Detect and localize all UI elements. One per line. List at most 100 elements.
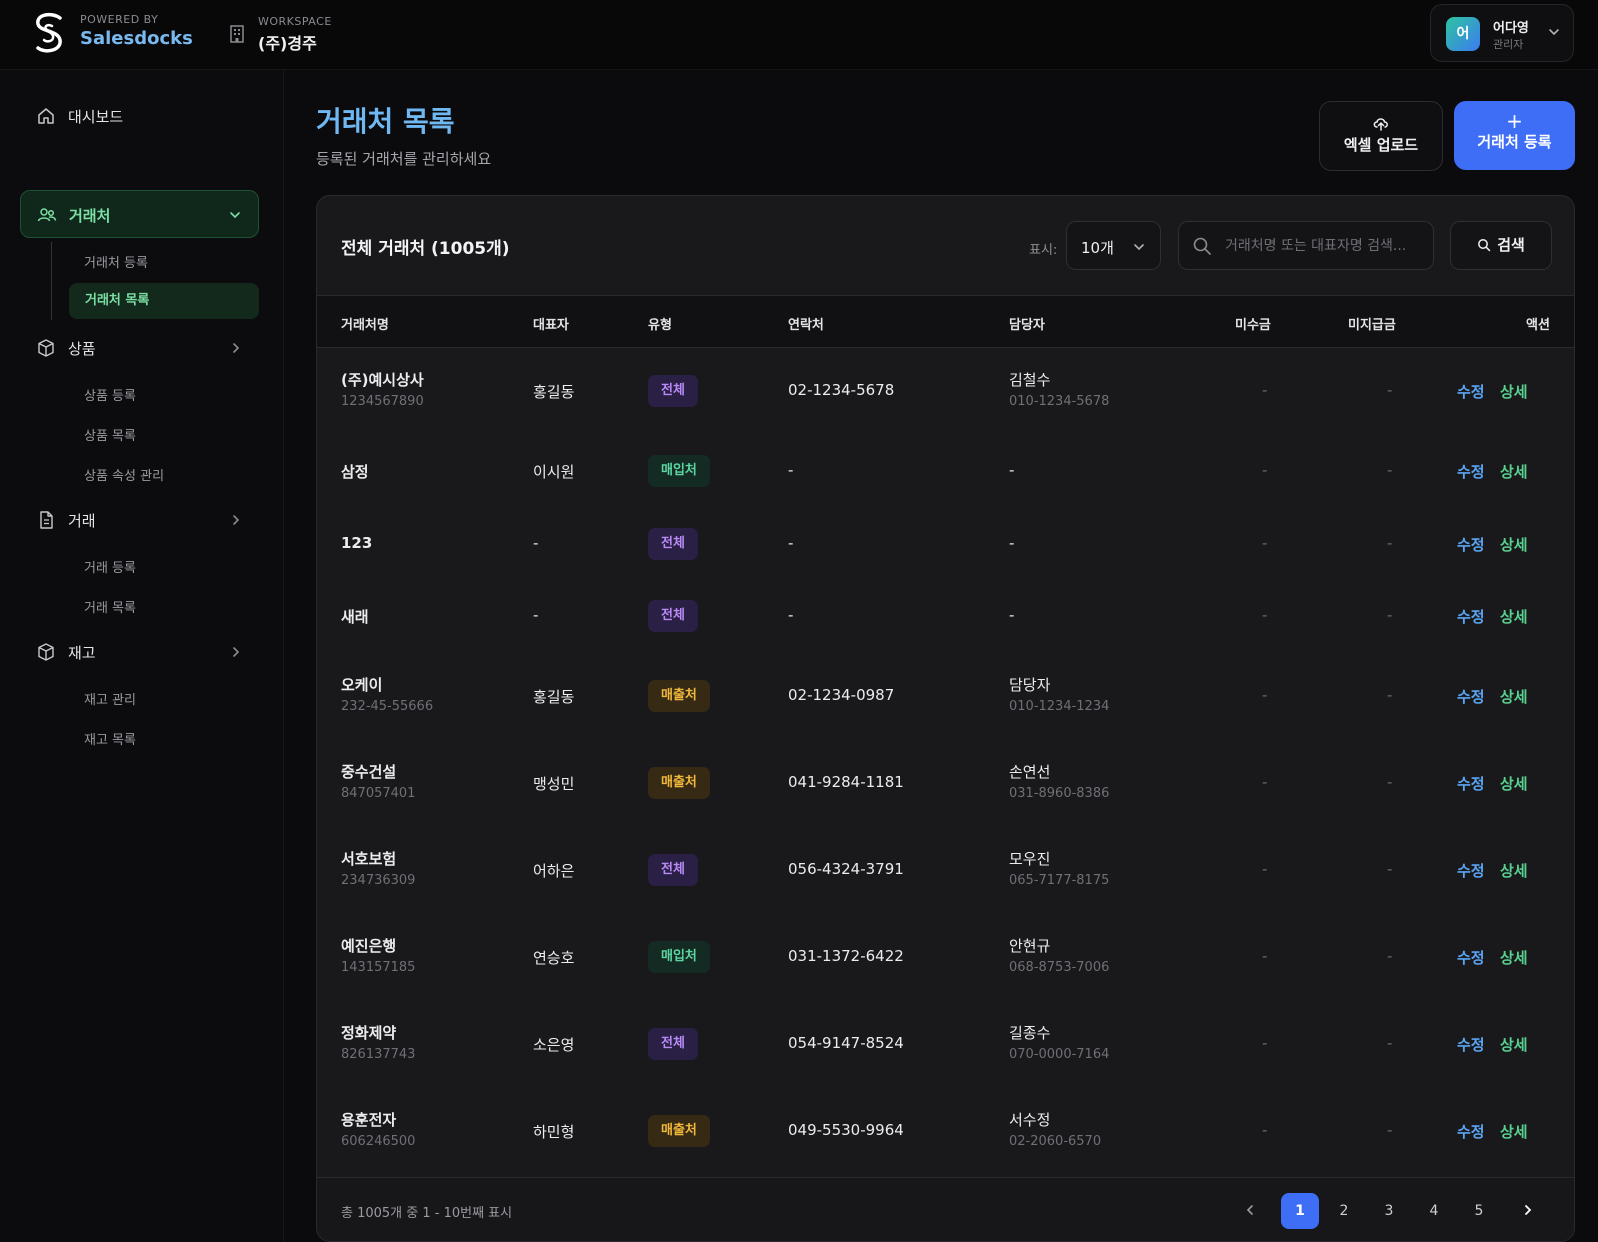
sidebar-item-inventory-manage[interactable]: 재고 관리 (84, 689, 136, 708)
ceo-name: - (533, 534, 539, 552)
page-button-5[interactable]: 5 (1460, 1193, 1498, 1229)
detail-button[interactable]: 상세 (1500, 1034, 1528, 1055)
edit-button[interactable]: 수정 (1457, 947, 1485, 968)
receivable-amount: - (1262, 461, 1268, 479)
page-size-label: 표시: (1029, 243, 1058, 258)
partner-name: 정화제약 (341, 1024, 397, 1042)
ceo-name: 이시원 (533, 463, 575, 481)
sidebar-group-label: 재고 (68, 644, 96, 662)
edit-button[interactable]: 수정 (1457, 860, 1485, 881)
workspace-label: WORKSPACE (258, 15, 332, 28)
avatar: 어 (1446, 17, 1480, 51)
table-title: 전체 거래처 (1005개) (341, 239, 510, 259)
edit-button[interactable]: 수정 (1457, 773, 1485, 794)
search-button[interactable]: 검색 (1450, 221, 1552, 270)
search-button-label: 검색 (1497, 236, 1525, 254)
page-button-3[interactable]: 3 (1370, 1193, 1408, 1229)
ceo-name: 어하은 (533, 862, 575, 880)
ceo-name: 연승호 (533, 949, 575, 967)
business-number: 143157185 (341, 960, 416, 975)
partner-name: 중수건설 (341, 763, 397, 781)
type-badge: 전체 (648, 600, 698, 632)
table-row[interactable]: 정화제약 826137743 소은영 전체 054-9147-8524 길종수 070-00… (317, 1002, 1574, 1086)
page-button-4[interactable]: 4 (1415, 1193, 1453, 1229)
prev-page-button[interactable] (1231, 1193, 1269, 1229)
payable-amount: - (1387, 860, 1393, 878)
receivable-amount: - (1262, 534, 1268, 552)
manager-phone: 031-8960-8386 (1009, 786, 1110, 801)
edit-button[interactable]: 수정 (1457, 1121, 1485, 1142)
search-input[interactable] (1225, 234, 1425, 258)
table-row[interactable]: 삼정 이시원 매입처 - - - - 수정 상세 (317, 429, 1574, 513)
payable-amount: - (1387, 534, 1393, 552)
detail-button[interactable]: 상세 (1500, 381, 1528, 402)
page-button-1[interactable]: 1 (1281, 1193, 1319, 1229)
salesdocks-logo-icon[interactable] (30, 12, 68, 56)
detail-button[interactable]: 상세 (1500, 686, 1528, 707)
sidebar-item-transaction-list[interactable]: 거래 목록 (84, 597, 136, 616)
business-number: 1234567890 (341, 394, 424, 409)
sidebar-item-partner-list[interactable]: 거래처 목록 (69, 283, 259, 319)
table-row[interactable]: 예진은행 143157185 연승호 매입처 031-1372-6422 안현규 068-8… (317, 915, 1574, 999)
chevron-down-icon (1549, 29, 1559, 36)
partner-list-card: 전체 거래처 (1005개) 표시: 10개 검색 거래처명 대표자 유형 연락… (316, 195, 1575, 1242)
excel-upload-button[interactable]: 엑셀 업로드 (1319, 101, 1443, 171)
detail-button[interactable]: 상세 (1500, 1121, 1528, 1142)
phone-number: 054-9147-8524 (788, 1034, 904, 1052)
receivable-amount: - (1262, 1121, 1268, 1139)
next-page-button[interactable] (1509, 1193, 1547, 1229)
type-badge: 매입처 (648, 455, 710, 487)
user-name: 어다영 (1493, 21, 1529, 36)
column-header-name: 거래처명 (341, 318, 389, 333)
brand-name: Salesdocks (80, 28, 193, 49)
detail-button[interactable]: 상세 (1500, 773, 1528, 794)
edit-button[interactable]: 수정 (1457, 686, 1485, 707)
partner-name: 123 (341, 534, 373, 552)
partner-name: 서호보험 (341, 850, 397, 868)
receivable-amount: - (1262, 381, 1268, 399)
detail-button[interactable]: 상세 (1500, 534, 1528, 555)
detail-button[interactable]: 상세 (1500, 860, 1528, 881)
detail-button[interactable]: 상세 (1500, 461, 1528, 482)
type-badge: 매출처 (648, 767, 710, 799)
sidebar-group-products[interactable]: 상품 (20, 324, 259, 372)
payable-amount: - (1387, 1034, 1393, 1052)
edit-button[interactable]: 수정 (1457, 381, 1485, 402)
phone-number: 02-1234-0987 (788, 686, 895, 704)
table-row[interactable]: 중수건설 847057401 맹성민 매출처 041-9284-1181 손연선 031-8… (317, 741, 1574, 825)
business-number: 606246500 (341, 1134, 416, 1149)
sidebar-group-transactions[interactable]: 거래 (20, 496, 259, 544)
user-menu[interactable]: 어 어다영 관리자 (1430, 4, 1574, 62)
table-row[interactable]: 새래 - 전체 - - - - 수정 상세 (317, 574, 1574, 658)
add-partner-button[interactable]: + 거래처 등록 (1454, 101, 1575, 170)
sidebar-item-product-register[interactable]: 상품 등록 (84, 385, 136, 404)
business-number: 232-45-55666 (341, 699, 434, 714)
manager-name: 안현규 (1009, 937, 1051, 955)
detail-button[interactable]: 상세 (1500, 947, 1528, 968)
edit-button[interactable]: 수정 (1457, 606, 1485, 627)
sidebar-item-partner-register[interactable]: 거래처 등록 (84, 252, 148, 271)
search-field[interactable] (1178, 221, 1434, 270)
edit-button[interactable]: 수정 (1457, 461, 1485, 482)
edit-button[interactable]: 수정 (1457, 534, 1485, 555)
detail-button[interactable]: 상세 (1500, 606, 1528, 627)
table-row[interactable]: 용훈전자 606246500 하민형 매출처 049-5530-9964 서수정 02-20… (317, 1089, 1574, 1173)
page-button-2[interactable]: 2 (1325, 1193, 1363, 1229)
payable-amount: - (1387, 381, 1393, 399)
edit-button[interactable]: 수정 (1457, 1034, 1485, 1055)
sidebar-item-dashboard[interactable]: 대시보드 (36, 104, 256, 130)
sidebar-group-partners[interactable]: 거래처 (20, 190, 259, 238)
sidebar-group-inventory[interactable]: 재고 (20, 628, 259, 676)
sidebar-item-inventory-list[interactable]: 재고 목록 (84, 729, 136, 748)
payable-amount: - (1387, 606, 1393, 624)
table-row[interactable]: 오케이 232-45-55666 홍길동 매출처 02-1234-0987 담당자 010-… (317, 654, 1574, 738)
page-size-select[interactable]: 10개 (1066, 221, 1161, 270)
sidebar-item-product-attributes[interactable]: 상품 속성 관리 (84, 465, 164, 484)
table-row[interactable]: 서호보험 234736309 어하은 전체 056-4324-3791 모우진 065-71… (317, 828, 1574, 912)
partner-name: 삼정 (341, 463, 369, 481)
sidebar-group-label: 거래 (68, 512, 96, 530)
sidebar-item-product-list[interactable]: 상품 목록 (84, 425, 136, 444)
sidebar-item-transaction-register[interactable]: 거래 등록 (84, 557, 136, 576)
table-row[interactable]: (주)예시상사 1234567890 홍길동 전체 02-1234-5678 김철수 010… (317, 349, 1574, 433)
partner-name: 용훈전자 (341, 1111, 397, 1129)
